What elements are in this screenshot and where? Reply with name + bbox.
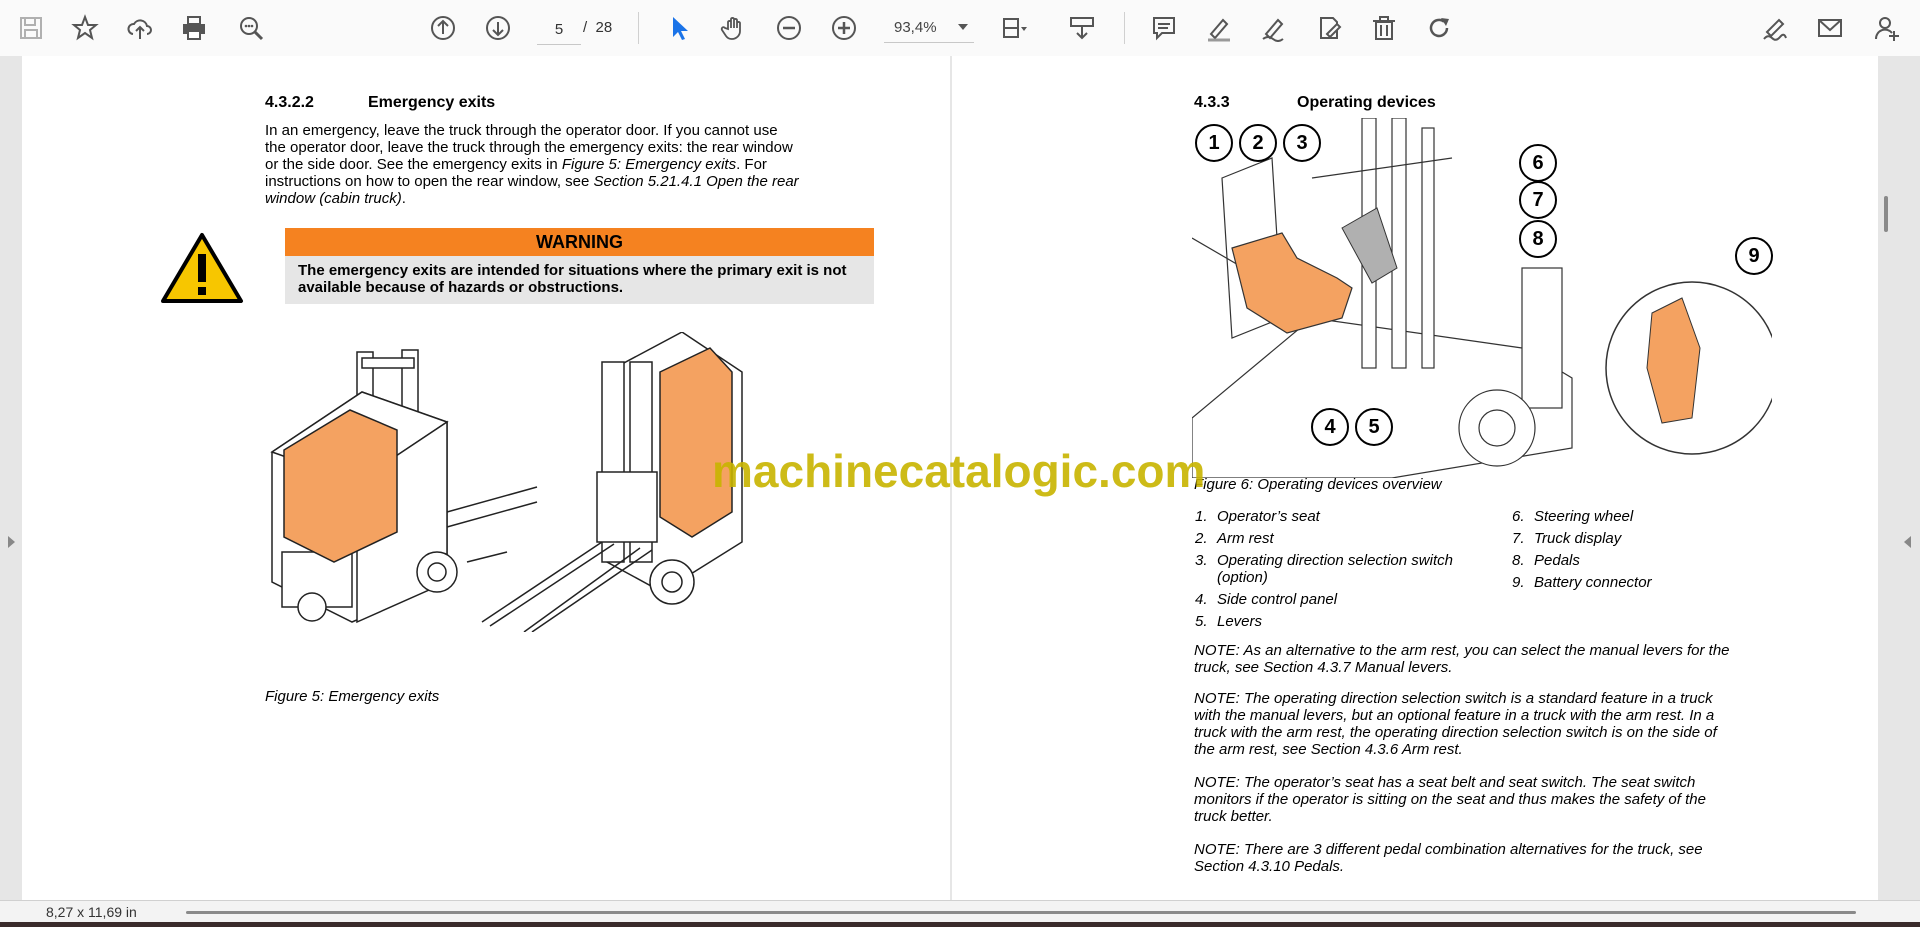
- paragraph: In an emergency, leave the truck through…: [265, 122, 865, 207]
- warning-triangle-icon: [161, 233, 243, 303]
- toolbar: / 28 93,4%: [0, 0, 1920, 57]
- note: NOTE: The operating direction selection …: [1194, 690, 1717, 758]
- highlight-icon[interactable]: [1202, 11, 1236, 45]
- devices-list-left: 1. Operator’s seat 2. Arm rest 3. Operating…: [1195, 506, 1453, 633]
- note: NOTE: As an alternative to the arm rest,…: [1194, 642, 1730, 676]
- callout-4: 4: [1311, 408, 1349, 446]
- callout-1: 1: [1195, 124, 1233, 162]
- zoom-out-icon[interactable]: [772, 11, 806, 45]
- text-line: or the side door. See the emergency exit…: [265, 156, 767, 173]
- callout-6: 6: [1519, 144, 1557, 182]
- list-item: 8. Pedals: [1512, 552, 1580, 569]
- page-down-icon[interactable]: [481, 11, 515, 45]
- chevron-down-icon: [958, 24, 968, 30]
- section-number: 4.3.2.2: [265, 94, 314, 111]
- scrollbar-thumb[interactable]: [1884, 196, 1888, 232]
- rotate-icon[interactable]: [1422, 11, 1456, 45]
- save-icon[interactable]: [14, 11, 48, 45]
- mail-icon[interactable]: [1813, 11, 1847, 45]
- warning-header: WARNING: [285, 228, 874, 256]
- hand-icon[interactable]: [717, 11, 751, 45]
- figure-operating-devices-illustration: [1192, 118, 1772, 478]
- list-item: 3. Operating direction selection switch: [1195, 552, 1453, 569]
- right-panel-toggle-icon[interactable]: [1904, 536, 1911, 548]
- text-line: the operator door, leave the truck throu…: [265, 139, 793, 156]
- upload-cloud-icon[interactable]: [123, 11, 157, 45]
- zoom-value: 93,4%: [894, 19, 937, 36]
- note: NOTE: There are 3 different pedal combin…: [1194, 841, 1703, 875]
- page-number-input[interactable]: [537, 14, 581, 45]
- list-item: 6. Steering wheel: [1512, 508, 1634, 525]
- page-total: / 28: [583, 19, 613, 36]
- figure-caption: Figure 6: Operating devices overview: [1194, 476, 1442, 493]
- callout-7: 7: [1519, 181, 1557, 219]
- list-item: 5. Levers: [1195, 613, 1263, 630]
- list-item: 2. Arm rest: [1195, 530, 1274, 547]
- document-viewer[interactable]: 4.3.2.2 Emergency exits In an emergency,…: [0, 56, 1920, 900]
- fit-page-icon[interactable]: [996, 11, 1030, 45]
- window-bottom-edge: [0, 922, 1920, 927]
- list-item: 1. Operator’s seat: [1195, 508, 1320, 525]
- figure-link: Figure 5: Emergency exits: [561, 156, 737, 173]
- zoom-search-icon[interactable]: [234, 11, 268, 45]
- scroll-mode-icon[interactable]: [1065, 11, 1099, 45]
- status-bar: 8,27 x 11,69 in: [0, 900, 1920, 923]
- callout-2: 2: [1239, 124, 1277, 162]
- warning-box: The emergency exits are intended for sit…: [285, 256, 874, 304]
- callout-5: 5: [1355, 408, 1393, 446]
- page-up-icon[interactable]: [426, 11, 460, 45]
- warning-text: The emergency exits are intended for sit…: [298, 262, 847, 296]
- text-line: In an emergency, leave the truck through…: [265, 122, 778, 139]
- section-link: Section 5.21.4.1 Open the rear: [593, 173, 799, 190]
- select-cursor-icon[interactable]: [662, 11, 696, 45]
- text-line: instructions on how to open the rear win…: [265, 173, 799, 190]
- section-title: Emergency exits: [368, 94, 496, 111]
- sign-icon[interactable]: [1758, 11, 1792, 45]
- star-icon[interactable]: [68, 11, 102, 45]
- horizontal-scrollbar[interactable]: [186, 911, 1856, 914]
- add-user-icon[interactable]: [1870, 11, 1904, 45]
- comment-icon[interactable]: [1147, 11, 1181, 45]
- callout-8: 8: [1519, 220, 1557, 258]
- toolbar-divider: [638, 12, 639, 44]
- watermark-text: machinecatalogic.com: [712, 445, 1206, 497]
- list-item: (option): [1217, 569, 1268, 586]
- devices-list-right: 6. Steering wheel 7. Truck display 8. Pedal…: [1512, 506, 1652, 594]
- vertical-scrollbar[interactable]: [1882, 56, 1896, 900]
- page-size-label: 8,27 x 11,69 in: [46, 904, 137, 920]
- list-item: 4. Side control panel: [1195, 591, 1338, 608]
- list-item: 7. Truck display: [1512, 530, 1622, 547]
- text-line: window (cabin truck).: [265, 190, 406, 207]
- section-title: Operating devices: [1297, 94, 1436, 111]
- print-icon[interactable]: [177, 11, 211, 45]
- callout-3: 3: [1283, 124, 1321, 162]
- section-number: 4.3.3: [1194, 94, 1230, 111]
- figure-caption: Figure 5: Emergency exits: [265, 688, 440, 705]
- list-item: 9. Battery connector: [1512, 574, 1652, 591]
- zoom-in-icon[interactable]: [827, 11, 861, 45]
- toolbar-divider: [1124, 12, 1125, 44]
- delete-icon[interactable]: [1367, 11, 1401, 45]
- note: NOTE: The operator’s seat has a seat bel…: [1194, 774, 1706, 825]
- zoom-select[interactable]: 93,4%: [884, 14, 974, 43]
- callout-9: 9: [1735, 237, 1773, 275]
- draw-icon[interactable]: [1257, 11, 1291, 45]
- left-panel-toggle-icon[interactable]: [8, 536, 15, 548]
- edit-doc-icon[interactable]: [1312, 11, 1346, 45]
